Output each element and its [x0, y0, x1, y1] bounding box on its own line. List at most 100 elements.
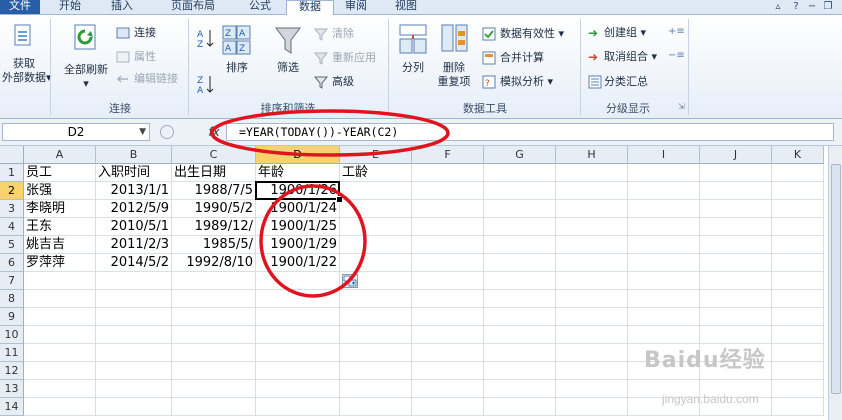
formula-bar-resize-handle[interactable]	[160, 125, 174, 139]
cell-d13[interactable]	[256, 380, 340, 398]
tab-home[interactable]: 开始	[48, 0, 92, 14]
cell-b1[interactable]: 入职时间	[96, 164, 172, 182]
cell-f1[interactable]	[412, 164, 484, 182]
cell-i8[interactable]	[628, 290, 700, 308]
column-header-f[interactable]: F	[412, 146, 484, 164]
cell-g8[interactable]	[484, 290, 556, 308]
cell-a4[interactable]: 王东	[24, 218, 96, 236]
dialog-launcher-icon[interactable]: ⇲	[678, 102, 685, 111]
tab-insert[interactable]: 插入	[100, 0, 144, 14]
cell-i7[interactable]	[628, 272, 700, 290]
cell-h9[interactable]	[556, 308, 628, 326]
cell-k8[interactable]	[772, 290, 824, 308]
cell-b4[interactable]: 2010/5/1	[96, 218, 172, 236]
row-header-1[interactable]: 1	[0, 164, 24, 182]
cell-c14[interactable]	[172, 398, 256, 416]
row-header-12[interactable]: 12	[0, 362, 24, 380]
cell-e8[interactable]	[340, 290, 412, 308]
cell-k1[interactable]	[772, 164, 824, 182]
tab-review[interactable]: 审阅	[334, 0, 378, 14]
cell-f7[interactable]	[412, 272, 484, 290]
cell-i4[interactable]	[628, 218, 700, 236]
column-header-g[interactable]: G	[484, 146, 556, 164]
cell-f14[interactable]	[412, 398, 484, 416]
cell-h4[interactable]	[556, 218, 628, 236]
column-header-j[interactable]: J	[700, 146, 772, 164]
window-minimize-icon[interactable]: −	[806, 1, 818, 12]
cell-e12[interactable]	[340, 362, 412, 380]
vertical-scrollbar[interactable]	[828, 146, 842, 420]
row-header-10[interactable]: 10	[0, 326, 24, 344]
cell-j7[interactable]	[700, 272, 772, 290]
cell-j5[interactable]	[700, 236, 772, 254]
window-restore-icon[interactable]: ❐	[822, 1, 834, 12]
row-header-13[interactable]: 13	[0, 380, 24, 398]
cell-d2[interactable]: 1900/1/26	[256, 182, 340, 200]
row-header-7[interactable]: 7	[0, 272, 24, 290]
cell-c6[interactable]: 1992/8/10	[172, 254, 256, 272]
cell-c10[interactable]	[172, 326, 256, 344]
cell-b2[interactable]: 2013/1/1	[96, 182, 172, 200]
cell-g7[interactable]	[484, 272, 556, 290]
row-header-3[interactable]: 3	[0, 200, 24, 218]
cell-d9[interactable]	[256, 308, 340, 326]
cell-i2[interactable]	[628, 182, 700, 200]
cell-g11[interactable]	[484, 344, 556, 362]
cell-a8[interactable]	[24, 290, 96, 308]
cell-k6[interactable]	[772, 254, 824, 272]
cell-g1[interactable]	[484, 164, 556, 182]
tab-view[interactable]: 视图	[384, 0, 428, 14]
name-box[interactable]: D2 ▼	[2, 123, 150, 141]
refresh-all-button[interactable]: 全部刷新 ▾	[58, 63, 114, 91]
what-if-analysis-button[interactable]: 模拟分析 ▾	[500, 75, 553, 89]
cell-b3[interactable]: 2012/5/9	[96, 200, 172, 218]
cell-a10[interactable]	[24, 326, 96, 344]
cell-g9[interactable]	[484, 308, 556, 326]
cell-k4[interactable]	[772, 218, 824, 236]
cell-j2[interactable]	[700, 182, 772, 200]
cell-b13[interactable]	[96, 380, 172, 398]
cell-f2[interactable]	[412, 182, 484, 200]
cell-f5[interactable]	[412, 236, 484, 254]
cell-g3[interactable]	[484, 200, 556, 218]
cell-b10[interactable]	[96, 326, 172, 344]
chevron-down-icon[interactable]: ▼	[139, 124, 146, 140]
ribbon-minimize-icon[interactable]: ▵	[772, 1, 784, 12]
cell-i5[interactable]	[628, 236, 700, 254]
cell-b14[interactable]	[96, 398, 172, 416]
cell-f9[interactable]	[412, 308, 484, 326]
cell-k2[interactable]	[772, 182, 824, 200]
cell-c9[interactable]	[172, 308, 256, 326]
cell-h1[interactable]	[556, 164, 628, 182]
cell-d12[interactable]	[256, 362, 340, 380]
cell-b7[interactable]	[96, 272, 172, 290]
cell-h5[interactable]	[556, 236, 628, 254]
cell-e14[interactable]	[340, 398, 412, 416]
edit-links-button[interactable]: 编辑链接	[134, 72, 178, 86]
data-validation-button[interactable]: 数据有效性 ▾	[500, 27, 564, 41]
cell-g2[interactable]	[484, 182, 556, 200]
cell-g4[interactable]	[484, 218, 556, 236]
cell-h14[interactable]	[556, 398, 628, 416]
row-header-2[interactable]: 2	[0, 182, 24, 200]
cell-c7[interactable]	[172, 272, 256, 290]
cell-i9[interactable]	[628, 308, 700, 326]
cell-f13[interactable]	[412, 380, 484, 398]
cell-e11[interactable]	[340, 344, 412, 362]
group-button[interactable]: 创建组 ▾	[604, 26, 646, 40]
row-header-9[interactable]: 9	[0, 308, 24, 326]
cell-c3[interactable]: 1990/5/2	[172, 200, 256, 218]
column-header-b[interactable]: B	[96, 146, 172, 164]
cell-a12[interactable]	[24, 362, 96, 380]
remove-duplicates-button[interactable]: 删除 重复项	[432, 61, 476, 89]
tab-page-layout[interactable]: 页面布局	[152, 0, 234, 14]
cell-f3[interactable]	[412, 200, 484, 218]
auto-fill-options-icon[interactable]	[342, 274, 358, 288]
cell-a1[interactable]: 员工	[24, 164, 96, 182]
cell-c8[interactable]	[172, 290, 256, 308]
cell-f4[interactable]	[412, 218, 484, 236]
cell-a14[interactable]	[24, 398, 96, 416]
row-header-4[interactable]: 4	[0, 218, 24, 236]
row-header-8[interactable]: 8	[0, 290, 24, 308]
cell-j1[interactable]	[700, 164, 772, 182]
